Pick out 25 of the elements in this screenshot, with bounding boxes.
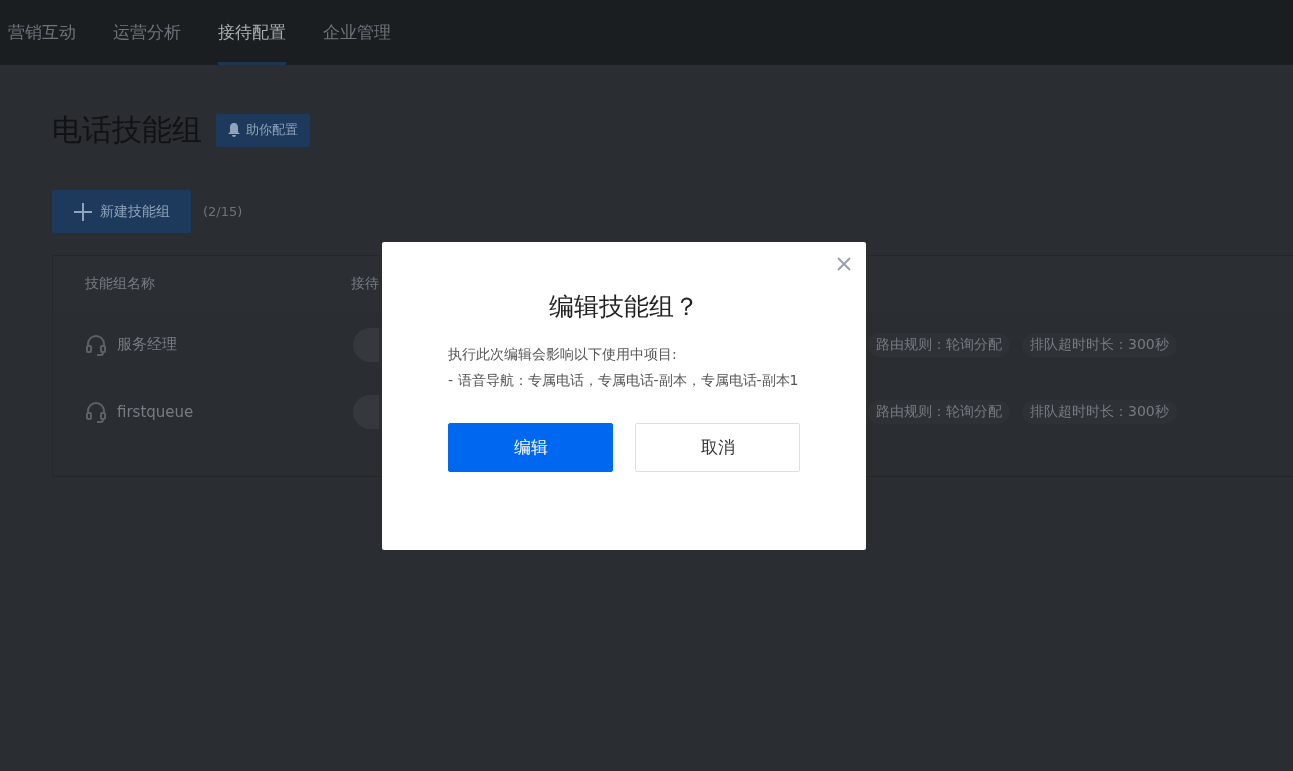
column-header: 接待 [350,274,380,293]
rule-tag: 路由规则：轮询分配 [868,332,1010,357]
rule-tag: 排队超时时长：300秒 [1022,332,1177,357]
rule-tag: 路由规则：轮询分配 [868,399,1010,424]
dialog-title: 编辑技能组？ [548,291,700,323]
affected-items-text: - 语音导航：专属电话，专属电话-副本，专属电话-副本1 [448,371,800,390]
rule-tag: 排队超时时长：300秒 [1022,399,1177,424]
nav-tab[interactable]: 企业管理 [323,0,391,65]
dialog-message: 执行此次编辑会影响以下使用中项目: [448,345,678,364]
headset-icon [85,400,107,423]
new-skill-group-button[interactable]: 新建技能组 [52,190,191,233]
headset-icon [85,333,107,356]
close-icon[interactable] [837,257,851,271]
skill-group-name: 服务经理 [117,335,177,354]
column-header: 技能组名称 [84,274,156,293]
nav-tab[interactable]: 运营分析 [113,0,181,65]
nav-tab[interactable]: 接待配置 [218,0,286,65]
help-button[interactable]: 助你配置 [216,113,310,147]
bell-icon [228,123,240,137]
skill-group-name: firstqueue [117,402,194,421]
cancel-button[interactable]: 取消 [635,423,800,472]
nav-tab[interactable]: 营销互动 [8,0,76,65]
plus-icon [73,202,92,221]
confirm-button[interactable]: 编辑 [448,423,613,472]
group-count: (2/15) [203,204,243,219]
